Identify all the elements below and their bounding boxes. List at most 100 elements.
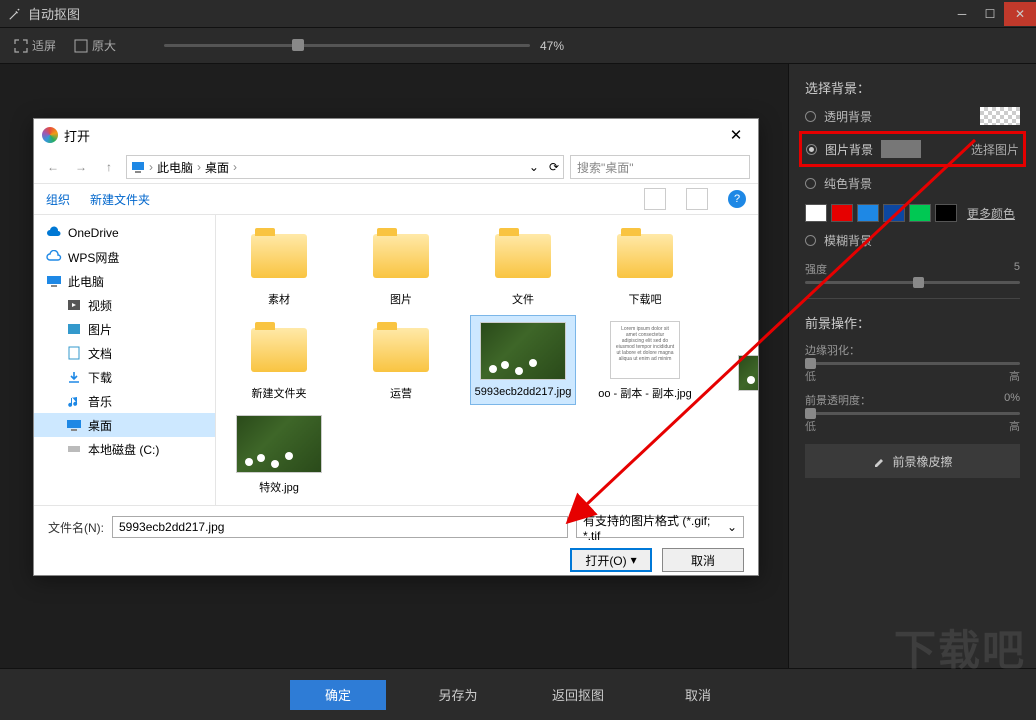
file-list: 素材 图片 文件下载吧新建文件夹运营 5993ecb2dd217.jpg Lorem i… (216, 215, 758, 505)
color-swatch[interactable] (805, 204, 827, 222)
color-swatch[interactable] (935, 204, 957, 222)
file-label: 图片 (390, 291, 412, 307)
tree-item[interactable]: 此电脑 (34, 269, 215, 293)
more-colors-link[interactable]: 更多颜色 (967, 205, 1015, 222)
intensity-slider[interactable] (805, 281, 1020, 284)
file-item[interactable]: 下载吧 (592, 221, 698, 311)
divider (805, 298, 1020, 299)
video-icon (66, 298, 82, 312)
minimize-button[interactable]: ─ (948, 2, 976, 26)
feather-slider[interactable] (805, 362, 1020, 365)
cloud-outline-icon (46, 250, 62, 264)
select-image-button[interactable]: 选择图片 (971, 141, 1019, 158)
file-label: 5993ecb2dd217.jpg (475, 386, 572, 398)
intensity-thumb[interactable] (913, 277, 924, 288)
filetype-filter[interactable]: 有支持的图片格式 (*.gif; *.tif⌄ (576, 516, 744, 538)
transparent-bg-option[interactable]: 透明背景 (805, 107, 1020, 125)
feather-label: 边缘羽化： (805, 342, 860, 358)
tree-item[interactable]: 本地磁盘 (C:) (34, 437, 215, 461)
nav-up-button[interactable]: ↑ (98, 156, 120, 178)
intensity-label: 强度 (805, 261, 827, 277)
fit-icon (14, 39, 28, 53)
file-item[interactable]: 运营 (348, 315, 454, 405)
nav-forward-button[interactable]: → (70, 156, 92, 178)
close-button[interactable]: ✕ (1004, 2, 1036, 26)
desktop-icon (66, 418, 82, 432)
color-swatch[interactable] (909, 204, 931, 222)
new-folder-button[interactable]: 新建文件夹 (90, 191, 150, 208)
zoom-value: 47% (540, 39, 564, 53)
color-swatch[interactable] (857, 204, 879, 222)
images-icon (66, 322, 82, 336)
search-input[interactable]: 搜索"桌面" (570, 155, 750, 179)
fit-screen-button[interactable]: 适屏 (14, 37, 56, 54)
foreground-eraser-button[interactable]: 前景橡皮擦 (805, 444, 1020, 478)
checker-preview (980, 107, 1020, 125)
tree-item[interactable]: 视频 (34, 293, 215, 317)
folder-icon (251, 234, 307, 278)
color-swatch[interactable] (831, 204, 853, 222)
opacity-label: 前景透明度： (805, 392, 871, 408)
breadcrumb-item[interactable]: 此电脑 (157, 159, 193, 176)
refresh-icon[interactable]: ⟳ (549, 160, 559, 174)
dialog-close-button[interactable]: ✕ (722, 126, 750, 144)
file-item[interactable]: 素材 (226, 221, 332, 311)
organize-menu[interactable]: 组织 (46, 191, 70, 208)
view-button[interactable] (686, 188, 708, 210)
address-bar[interactable]: › 此电脑 › 桌面 › ⌄ ⟳ (126, 155, 564, 179)
doc-icon (66, 346, 82, 360)
tree-item[interactable]: OneDrive (34, 221, 215, 245)
dialog-cancel-button[interactable]: 取消 (662, 548, 744, 572)
file-item[interactable]: Lorem ipsum dolor sit amet consectetur a… (592, 315, 698, 405)
help-button[interactable]: ? (728, 190, 746, 208)
nav-back-button[interactable]: ← (42, 156, 64, 178)
feather-thumb[interactable] (805, 358, 816, 369)
breadcrumb-item[interactable]: 桌面 (205, 159, 229, 176)
open-button[interactable]: 打开(O) ▾ (570, 548, 652, 572)
view-button[interactable] (644, 188, 666, 210)
tree-item[interactable]: 音乐 (34, 389, 215, 413)
file-item[interactable]: 特效.jpg (226, 409, 332, 499)
file-label: 素材 (268, 291, 290, 307)
image-thumb (236, 415, 322, 473)
chevron-down-icon[interactable]: ⌄ (529, 160, 539, 174)
cancel-button[interactable]: 取消 (650, 680, 746, 710)
tree-item[interactable]: WPS网盘 (34, 245, 215, 269)
opacity-slider[interactable] (805, 412, 1020, 415)
zoom-thumb[interactable] (292, 39, 304, 51)
tree-item[interactable]: 文档 (34, 341, 215, 365)
file-label: 下载吧 (629, 291, 662, 307)
download-icon (66, 370, 82, 384)
file-item[interactable]: 文件 (470, 221, 576, 311)
blur-bg-option[interactable]: 模糊背景 (805, 232, 1020, 249)
file-item[interactable]: 5993ecb2dd217.jpg (470, 315, 576, 405)
chevron-down-icon: ⌄ (727, 520, 737, 534)
back-button[interactable]: 返回抠图 (530, 680, 626, 710)
file-item[interactable]: 新建文件夹 (226, 315, 332, 405)
maximize-button[interactable]: ☐ (976, 2, 1004, 26)
tree-item[interactable]: 下载 (34, 365, 215, 389)
filename-label: 文件名(N): (48, 519, 104, 536)
saveas-button[interactable]: 另存为 (410, 680, 506, 710)
dialog-icon (42, 127, 58, 143)
radio-icon (805, 178, 816, 189)
file-label: 运营 (390, 385, 412, 401)
opacity-thumb[interactable] (805, 408, 816, 419)
original-size-button[interactable]: 原大 (74, 37, 116, 54)
foreground-heading: 前景操作： (805, 313, 1020, 332)
preview-thumb (738, 355, 758, 391)
ok-button[interactable]: 确定 (290, 680, 386, 710)
radio-icon (805, 235, 816, 246)
chevron-down-icon: ▾ (631, 553, 637, 567)
solid-bg-option[interactable]: 纯色背景 (805, 175, 1020, 192)
file-label: 特效.jpg (259, 479, 299, 495)
zoom-slider[interactable] (164, 44, 530, 47)
color-swatch[interactable] (883, 204, 905, 222)
tree-item[interactable]: 图片 (34, 317, 215, 341)
tree-item[interactable]: 桌面 (34, 413, 215, 437)
image-bg-option[interactable]: 图片背景 选择图片 (799, 131, 1026, 167)
bg-preview-swatch (881, 140, 921, 158)
eraser-icon (872, 454, 886, 468)
filename-input[interactable] (112, 516, 568, 538)
file-item[interactable]: 图片 (348, 221, 454, 311)
